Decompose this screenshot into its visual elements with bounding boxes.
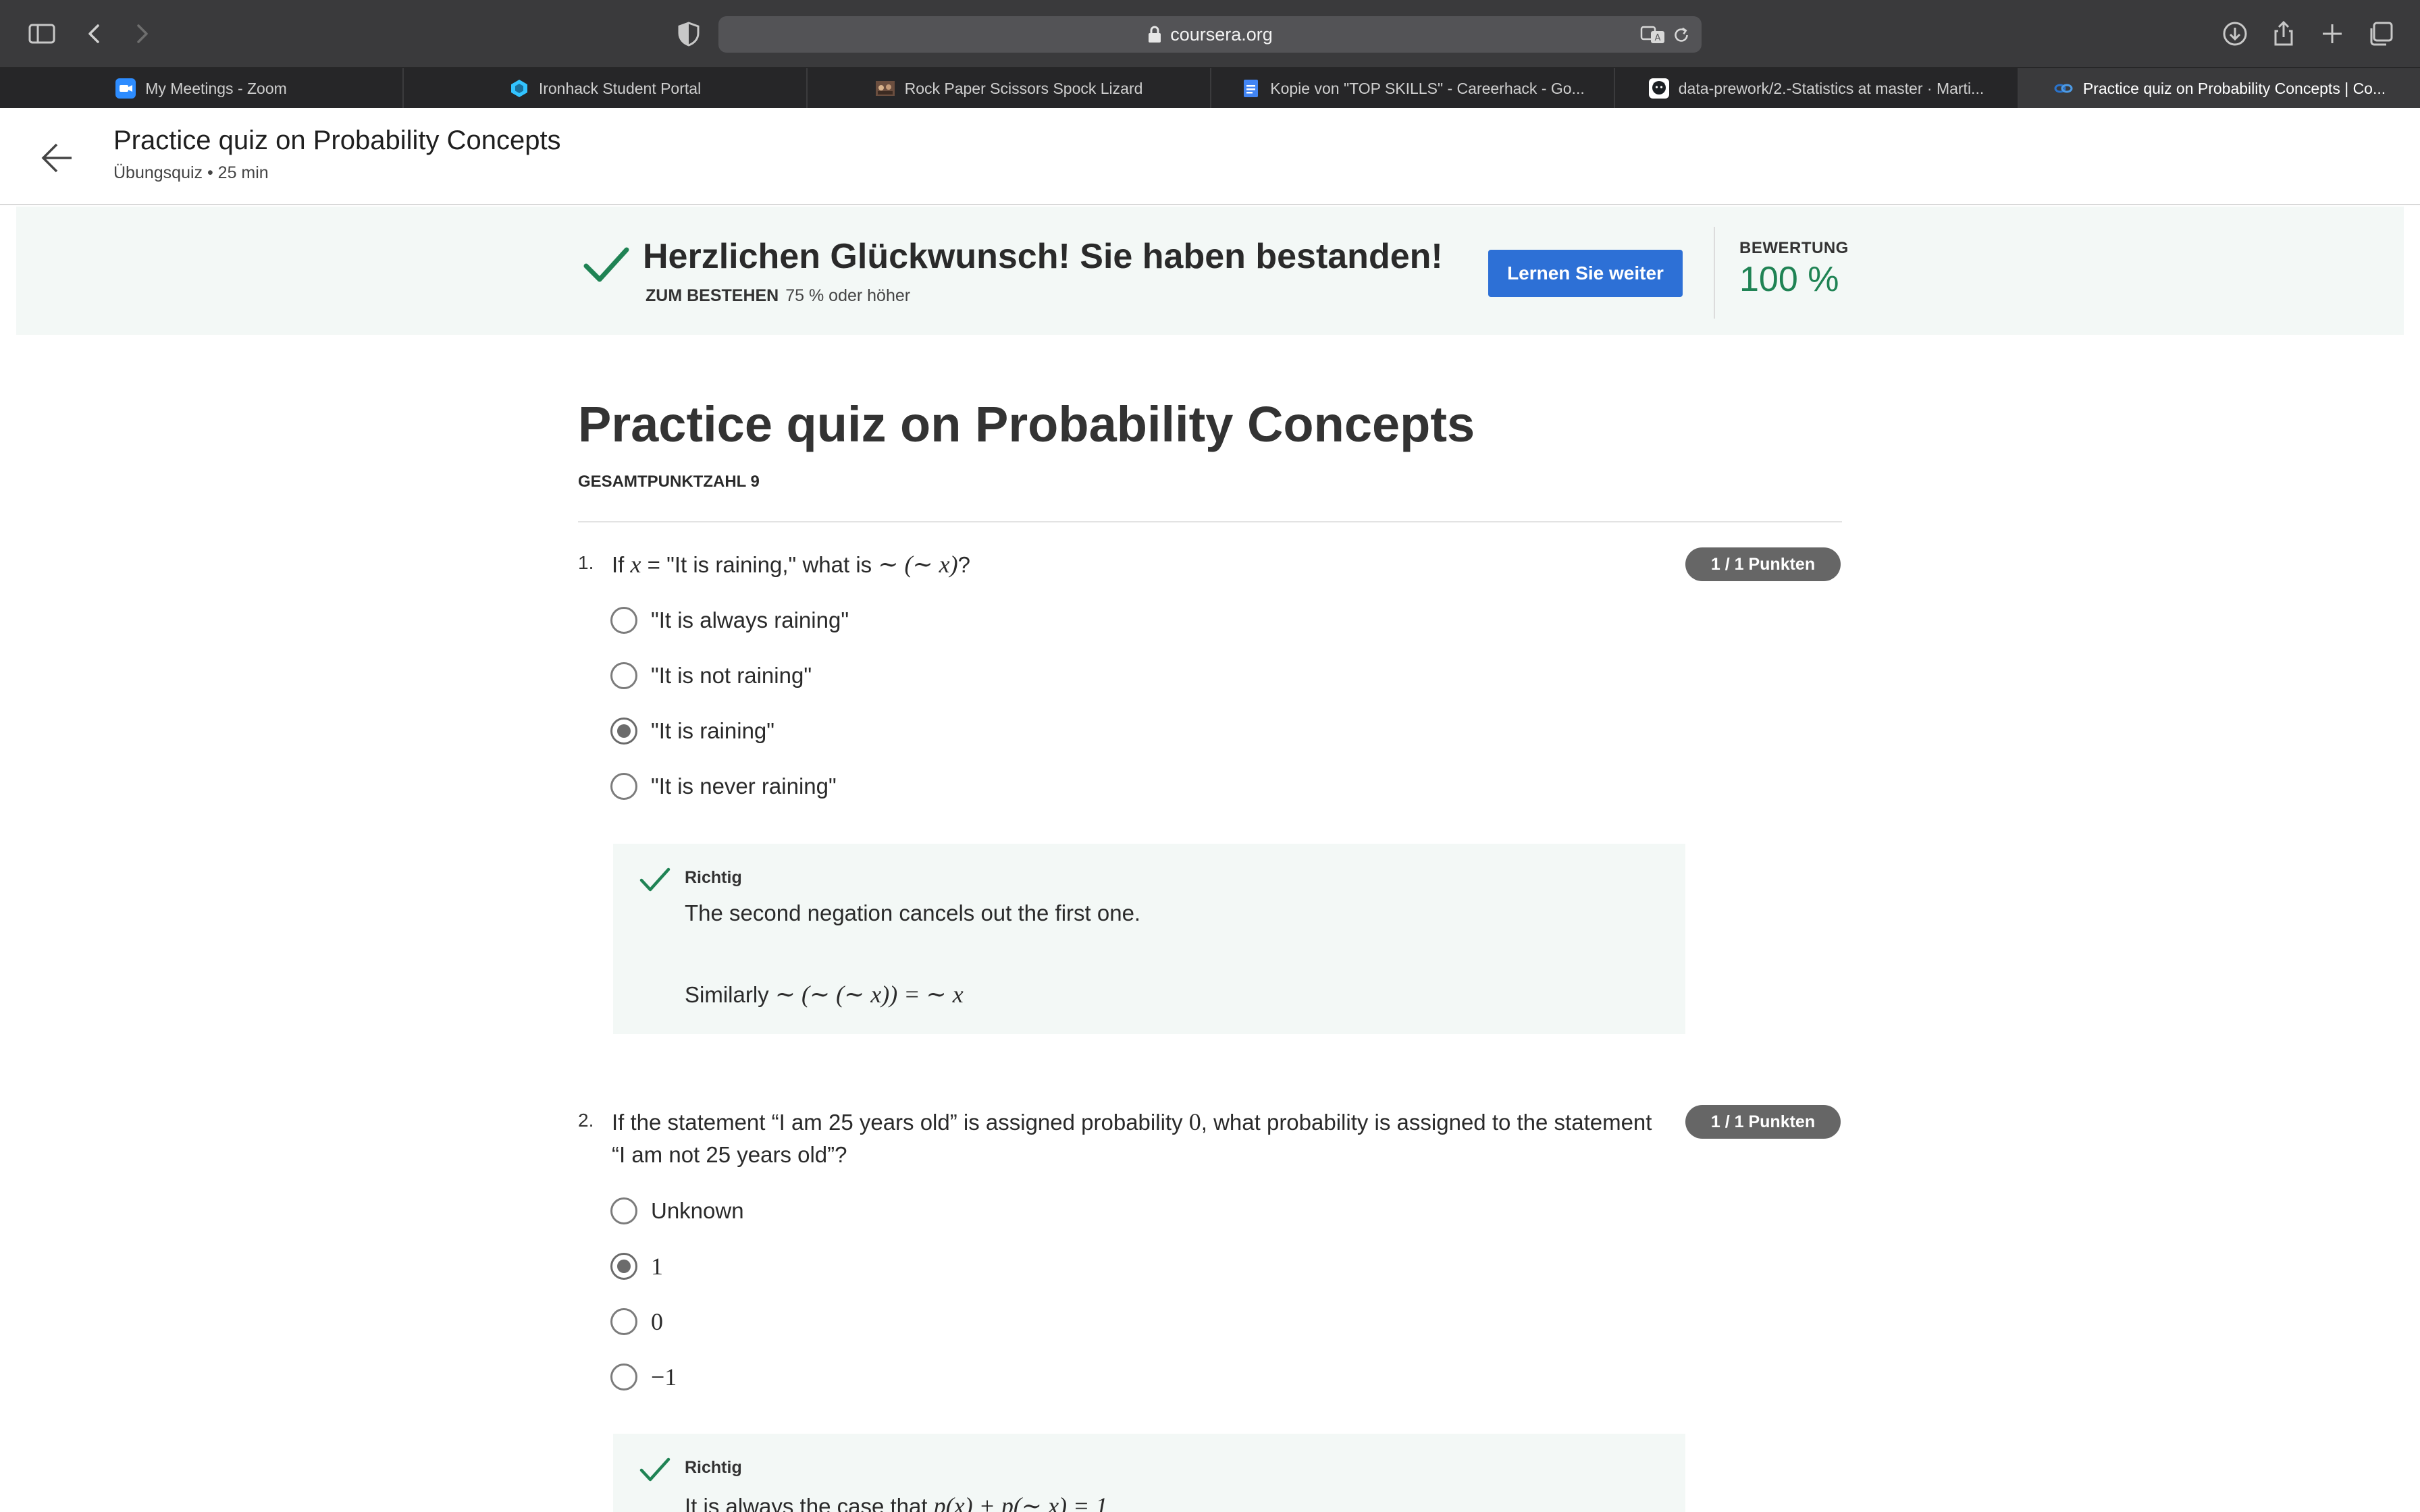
answer-option-selected[interactable]: 1: [610, 1250, 663, 1282]
feedback-label: Richtig: [685, 868, 742, 887]
reload-icon[interactable]: [1668, 22, 1695, 49]
feedback-text: The second negation cancels out the firs…: [685, 900, 1141, 925]
radio-button[interactable]: [610, 662, 637, 689]
divider: [578, 521, 1842, 522]
image-thumbnail-icon: [875, 78, 895, 99]
browser-toolbar: coursera.org A: [0, 0, 2420, 68]
feedback-label: Richtig: [685, 1458, 742, 1477]
answer-option[interactable]: 0: [610, 1305, 663, 1338]
points-badge: 1 / 1 Punkten: [1685, 547, 1841, 581]
privacy-shield-icon[interactable]: [671, 16, 706, 51]
address-bar[interactable]: coursera.org A: [718, 16, 1702, 53]
header-subtitle: Übungsquiz • 25 min: [113, 163, 269, 182]
checkmark-icon: [639, 867, 670, 892]
google-docs-icon: [1240, 78, 1261, 99]
downloads-icon[interactable]: [2217, 16, 2253, 51]
feedback-text: Similarly ∼ (∼ (∼ x)) = ∼ x: [685, 981, 964, 1008]
svg-text:A: A: [1655, 33, 1661, 43]
grade-label: BEWERTUNG: [1739, 239, 1849, 257]
back-icon[interactable]: [77, 16, 112, 51]
radio-button[interactable]: [610, 1308, 637, 1335]
back-arrow-icon[interactable]: [35, 136, 78, 180]
passing-threshold: ZUM BESTEHEN 75 % oder höher: [646, 286, 911, 305]
continue-learning-button[interactable]: Lernen Sie weiter: [1488, 250, 1683, 297]
passed-message: Herzlichen Glückwunsch! Sie haben bestan…: [643, 237, 1443, 276]
radio-button-checked[interactable]: [610, 718, 637, 745]
question-number: 2.: [578, 1110, 594, 1131]
feedback-text: It is always the case that p(x) + p(∼ x)…: [685, 1492, 1108, 1512]
zoom-icon: [115, 78, 136, 99]
tab-ironhack[interactable]: Ironhack Student Portal: [404, 68, 808, 109]
question-number: 1.: [578, 552, 594, 573]
url-text: coursera.org: [1170, 24, 1273, 45]
course-item-header: Practice quiz on Probability Concepts Üb…: [0, 108, 2420, 205]
checkmark-icon: [639, 1457, 670, 1482]
tab-bar: My Meetings - Zoom Ironhack Student Port…: [0, 68, 2420, 109]
divider: [1714, 227, 1715, 319]
checkmark-icon: [583, 247, 629, 282]
answer-option[interactable]: "It is always raining": [610, 604, 849, 637]
points-badge: 1 / 1 Punkten: [1685, 1105, 1841, 1139]
share-icon[interactable]: [2266, 16, 2301, 51]
translate-icon[interactable]: A: [1639, 22, 1666, 49]
passed-banner: Herzlichen Glückwunsch! Sie haben bestan…: [16, 207, 2404, 335]
tab-google-docs[interactable]: Kopie von "TOP SKILLS" - Careerhack - Go…: [1211, 68, 1615, 109]
answer-option[interactable]: "It is never raining": [610, 770, 837, 803]
header-title: Practice quiz on Probability Concepts: [113, 126, 561, 155]
radio-button-checked[interactable]: [610, 1253, 637, 1280]
new-tab-icon[interactable]: [2315, 16, 2350, 51]
question-text: If the statement “I am 25 years old” is …: [612, 1108, 1652, 1167]
tab-coursera-active[interactable]: Practice quiz on Probability Concepts | …: [2019, 68, 2420, 109]
feedback-box: Richtig It is always the case that p(x) …: [613, 1434, 1685, 1512]
quiz-title: Practice quiz on Probability Concepts: [578, 396, 1475, 452]
answer-option-selected[interactable]: "It is raining": [610, 715, 774, 747]
tab-zoom[interactable]: My Meetings - Zoom: [0, 68, 404, 109]
coursera-icon: [2053, 78, 2074, 99]
total-points: GESAMTPUNKTZAHL 9: [578, 473, 760, 491]
radio-button[interactable]: [610, 607, 637, 634]
answer-option[interactable]: −1: [610, 1361, 677, 1393]
answer-option[interactable]: "It is not raining": [610, 659, 812, 692]
radio-button[interactable]: [610, 1364, 637, 1390]
radio-button[interactable]: [610, 1197, 637, 1224]
answer-option[interactable]: Unknown: [610, 1195, 744, 1227]
grade-value: 100 %: [1739, 260, 1839, 299]
tab-rock-paper-scissors[interactable]: Rock Paper Scissors Spock Lizard: [808, 68, 1211, 109]
ironhack-icon: [509, 78, 529, 99]
lock-icon: [1149, 26, 1161, 43]
feedback-box: Richtig The second negation cancels out …: [613, 844, 1685, 1034]
tab-github[interactable]: data-prework/2.-Statistics at master · M…: [1615, 68, 2019, 109]
forward-icon[interactable]: [124, 16, 159, 51]
sidebar-toggle-icon[interactable]: [24, 16, 59, 51]
radio-button[interactable]: [610, 773, 637, 800]
question-text: If x = "It is raining," what is ∼ (∼ x)?: [612, 551, 970, 578]
github-icon: [1648, 78, 1669, 99]
tab-overview-icon[interactable]: [2363, 16, 2398, 51]
